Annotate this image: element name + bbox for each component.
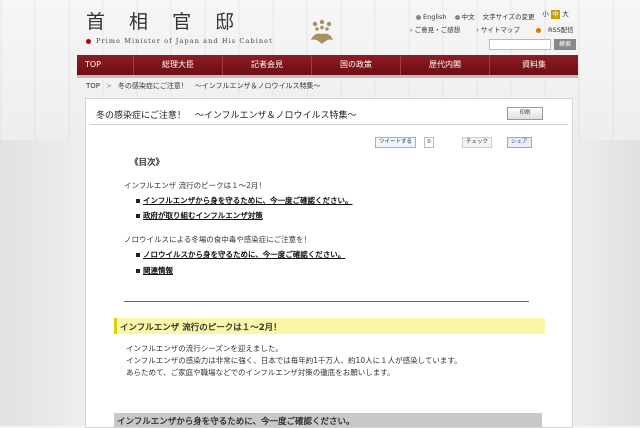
section2-heading: インフルエンザから身を守るために、今一度ご確認ください。 xyxy=(114,413,542,427)
toc-group1-text: インフルエンザ 流行のピークは１～2月！ xyxy=(124,181,266,190)
nav-prime-minister[interactable]: 総理大臣 xyxy=(134,55,223,75)
title-divider xyxy=(90,124,568,125)
tweet-count: 0 xyxy=(424,137,434,148)
secondary-links: › ご意見・ご感想 › サイトマップ RSS配信 xyxy=(410,24,588,34)
feedback-link[interactable]: › ご意見・ご感想 xyxy=(410,26,467,34)
site-logo[interactable]: 首 相 官 邸 Prime Minister of Japan and His … xyxy=(86,7,272,45)
breadcrumb: TOP > 冬の感染症にご注意！ ～インフルエンザ＆ノロウイルス特集～ xyxy=(86,81,321,91)
paulownia-emblem-icon xyxy=(311,19,333,44)
font-size-label: 文字サイズの変更 xyxy=(482,13,535,21)
square-bullet-icon xyxy=(136,269,140,273)
check-button[interactable]: チェック xyxy=(462,137,493,148)
background-left-wall xyxy=(0,140,90,426)
search-button[interactable]: 検索 xyxy=(554,39,576,50)
section1-line-2: インフルエンザの感染力は非常に強く、日本では毎年約1千万人、約10人に１人が感染… xyxy=(126,356,462,365)
background-right-wall xyxy=(568,140,640,426)
lang-english-link[interactable]: English xyxy=(416,13,446,21)
toc-title: 《目次》 xyxy=(130,158,165,168)
chinese-bullet-icon xyxy=(454,14,460,20)
nav-policies[interactable]: 国の政策 xyxy=(312,55,401,75)
print-button[interactable]: 印刷 xyxy=(507,107,543,120)
nav-documents[interactable]: 資料集 xyxy=(490,55,578,75)
breadcrumb-current: 冬の感染症にご注意！ ～インフルエンザ＆ノロウイルス特集～ xyxy=(117,82,321,90)
toc-link-flu-gov[interactable]: 政府が取り組むインフルエンザ対策 xyxy=(136,210,263,221)
nav-past-cabinets[interactable]: 歴代内閣 xyxy=(401,55,490,75)
toc-link-related-info[interactable]: 関連情報 xyxy=(136,265,173,276)
section1-line-3: あらためて、ご家庭や職場などでのインフルエンザ対策の徹底をお願いします。 xyxy=(126,368,395,377)
toc-link-noro-protect[interactable]: ノロウイルスから身を守るために、今一度ご確認ください。 xyxy=(136,249,345,260)
page-title: 冬の感染症にご注意！ ～インフルエンザ＆ノロウイルス特集～ xyxy=(96,111,357,121)
nav-underline xyxy=(77,75,578,78)
logo-english: Prime Minister of Japan and His Cabinet xyxy=(96,37,273,45)
nav-top[interactable]: TOP xyxy=(77,55,134,75)
breadcrumb-top-link[interactable]: TOP xyxy=(86,82,100,90)
english-bullet-icon xyxy=(416,14,421,20)
font-size-large[interactable]: 大 xyxy=(561,10,570,19)
rss-icon xyxy=(536,27,541,33)
lang-chinese-link[interactable]: 中文 xyxy=(454,11,475,21)
section1-heading: インフルエンザ 流行のピークは１～2月！ xyxy=(114,318,545,334)
square-bullet-icon xyxy=(136,214,140,218)
section-divider xyxy=(124,301,529,302)
search-input[interactable] xyxy=(489,39,551,50)
sitemap-link[interactable]: › サイトマップ xyxy=(476,26,527,34)
nav-press-conference[interactable]: 記者会見 xyxy=(223,55,312,75)
square-bullet-icon xyxy=(136,199,140,203)
toc-link-flu-protect[interactable]: インフルエンザから身を守るために、今一度ご確認ください。 xyxy=(136,195,353,206)
square-bullet-icon xyxy=(136,253,140,257)
facebook-share-button[interactable]: シェア xyxy=(507,137,532,148)
breadcrumb-separator: > xyxy=(106,82,112,90)
font-size-small[interactable]: 小 xyxy=(541,10,550,19)
main-nav: TOP 総理大臣 記者会見 国の政策 歴代内閣 資料集 xyxy=(77,55,578,75)
font-size-switcher: 小中大 xyxy=(540,10,570,19)
logo-japanese: 首 相 官 邸 xyxy=(86,11,244,33)
rss-link[interactable]: RSS配信 xyxy=(536,26,581,34)
toc-group2-text: ノロウイルスによる冬場の食中毒や感染症にご注意を！ xyxy=(124,235,312,244)
content-panel: 冬の感染症にご注意！ ～インフルエンザ＆ノロウイルス特集～ 印刷 ツイートする … xyxy=(85,98,573,428)
font-size-medium[interactable]: 中 xyxy=(551,10,560,19)
section1-line-1: インフルエンザの流行シーズンを迎えました。 xyxy=(126,344,283,353)
tweet-button[interactable]: ツイートする xyxy=(375,137,417,148)
